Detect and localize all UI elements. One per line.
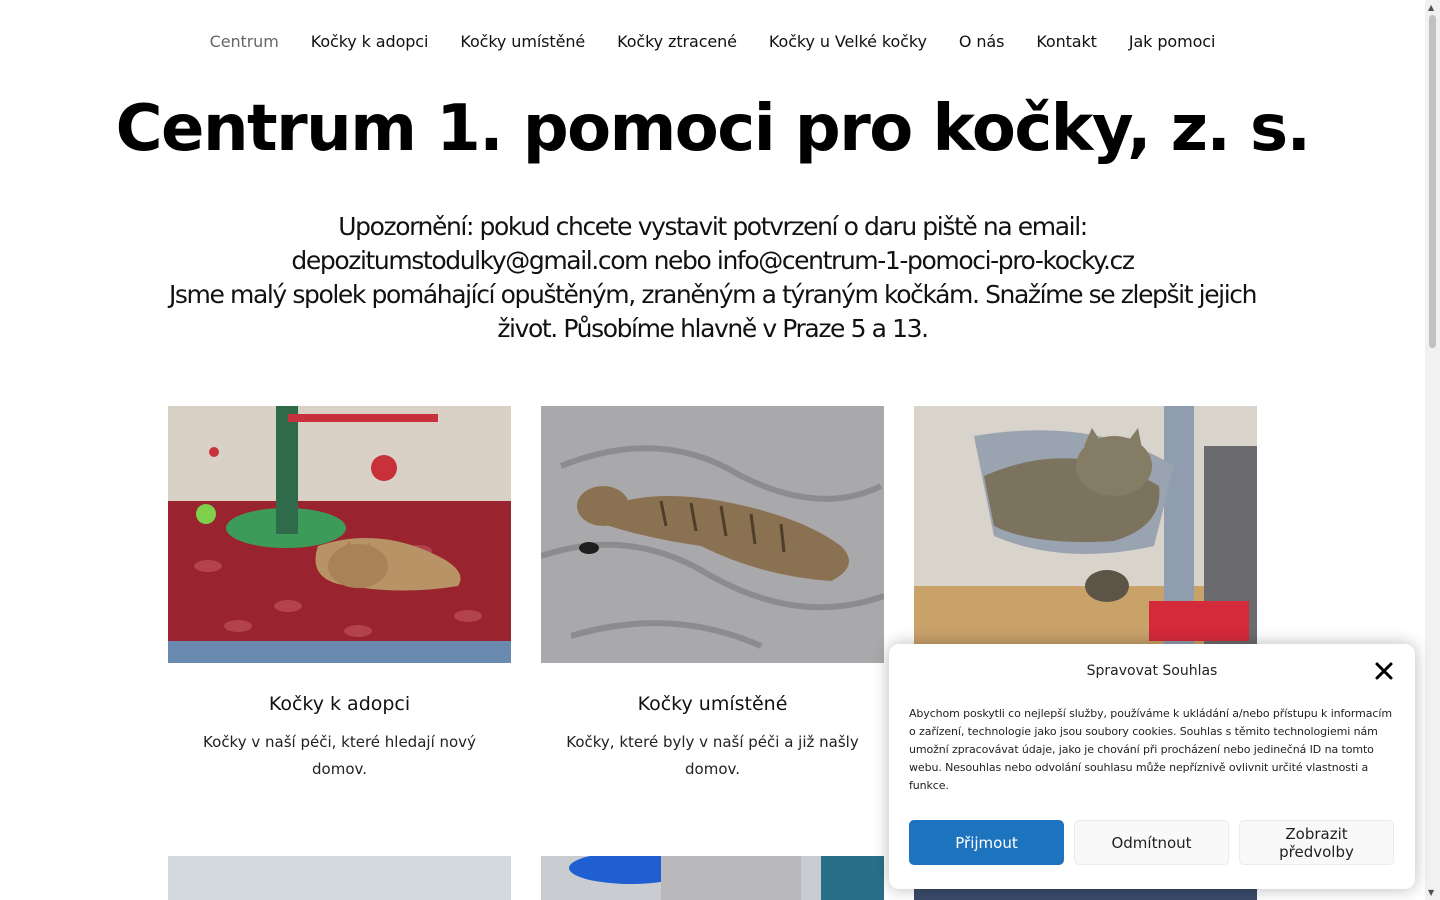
card-title[interactable]: Kočky umístěné	[541, 693, 884, 715]
nav-item-jak-pomoci[interactable]: Jak pomoci	[1129, 32, 1216, 51]
close-icon[interactable]	[1373, 660, 1395, 682]
card-description: Kočky, které byly v naší péči a již našl…	[566, 733, 859, 778]
card-title[interactable]: Kočky k adopci	[168, 693, 511, 715]
cookie-consent-dialog: Spravovat Souhlas Abychom poskytli co ne…	[889, 644, 1415, 889]
consent-title: Spravovat Souhlas	[1086, 663, 1218, 679]
card-description: Kočky v naší péči, které hledají nový do…	[203, 733, 476, 778]
nav-item-centrum[interactable]: Centrum	[210, 32, 279, 51]
page-title: Centrum 1. pomoci pro kočky, z. s.	[115, 92, 1311, 166]
main-nav: Centrum Kočky k adopci Kočky umístěné Ko…	[0, 32, 1425, 51]
nav-item-kocky-k-adopci[interactable]: Kočky k adopci	[311, 32, 429, 51]
card-kocky-ztracene[interactable]	[914, 406, 1257, 663]
cat-on-red-blanket-photo[interactable]	[168, 406, 511, 663]
page-scrollbar[interactable]: ▲ ▼	[1425, 0, 1440, 900]
scroll-down-arrow-icon[interactable]: ▼	[1428, 888, 1434, 897]
nav-item-kocky-u-velke-kocky[interactable]: Kočky u Velké kočky	[769, 32, 927, 51]
card-row2-1[interactable]	[168, 856, 511, 900]
photo-row2-2[interactable]	[541, 856, 884, 900]
consent-text: Abychom poskytli co nejlepší služby, pou…	[909, 707, 1392, 792]
donation-notice: Upozornění: pokud chcete vystavit potvrz…	[291, 212, 1135, 275]
nav-item-kocky-umistene[interactable]: Kočky umístěné	[460, 32, 585, 51]
scrollbar-thumb[interactable]	[1429, 15, 1436, 348]
cat-on-scratching-post-photo[interactable]	[914, 406, 1257, 663]
scroll-up-arrow-icon[interactable]: ▲	[1428, 3, 1434, 12]
card-row2-2[interactable]	[541, 856, 884, 900]
card-kocky-k-adopci[interactable]: Kočky k adopci Kočky v naší péči, které …	[168, 406, 511, 783]
card-kocky-umistene[interactable]: Kočky umístěné Kočky, které byly v naší …	[541, 406, 884, 783]
view-preferences-button[interactable]: Zobrazit předvolby	[1239, 820, 1394, 865]
about-description: Jsme malý spolek pomáhající opuštěným, z…	[168, 280, 1258, 343]
nav-item-o-nas[interactable]: O nás	[959, 32, 1005, 51]
nav-item-kocky-ztracene[interactable]: Kočky ztracené	[617, 32, 737, 51]
nav-item-kontakt[interactable]: Kontakt	[1036, 32, 1097, 51]
deny-button[interactable]: Odmítnout	[1074, 820, 1229, 865]
accept-button[interactable]: Přijmout	[909, 820, 1064, 865]
intro-text: Upozornění: pokud chcete vystavit potvrz…	[160, 210, 1265, 346]
photo-row2-1[interactable]	[168, 856, 511, 900]
cat-sleeping-on-gray-blanket-photo[interactable]	[541, 406, 884, 663]
consent-buttons: Přijmout Odmítnout Zobrazit předvolby	[909, 820, 1395, 865]
